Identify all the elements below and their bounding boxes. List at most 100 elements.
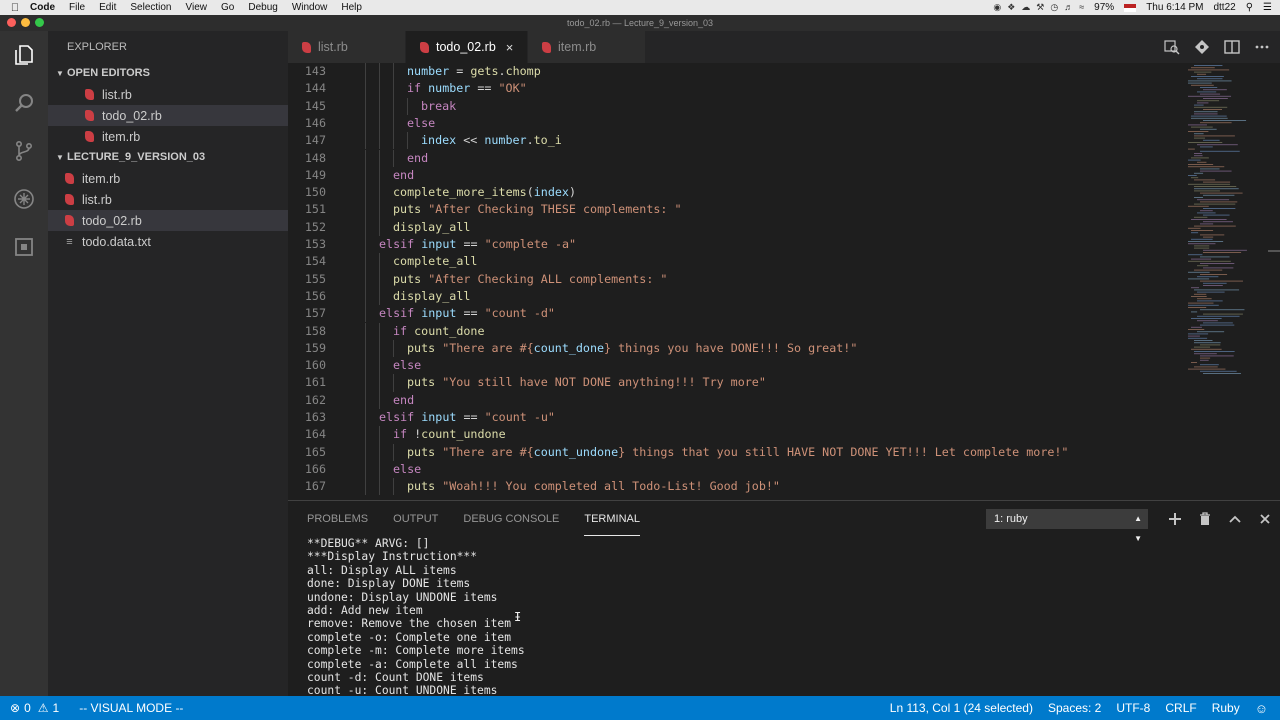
- error-count[interactable]: 0: [24, 701, 31, 715]
- code-line[interactable]: 154 complete_all: [288, 253, 1178, 271]
- open-editor-item[interactable]: item.rb: [48, 126, 288, 147]
- code-line[interactable]: 147 index << number.to_i: [288, 132, 1178, 150]
- project-folder-header[interactable]: ▼ LECTURE_9_VERSION_03: [48, 147, 288, 168]
- project-file-item[interactable]: todo_02.rb: [48, 210, 288, 231]
- tab-terminal[interactable]: TERMINAL: [584, 502, 640, 536]
- notification-center-icon[interactable]: ☰: [1263, 2, 1272, 13]
- trash-icon[interactable]: [1198, 512, 1212, 526]
- terminal-output[interactable]: **DEBUG** ARVG: [] ***Display Instruction…: [307, 537, 1267, 695]
- code-line[interactable]: 163 elsif input == "count -u": [288, 409, 1178, 427]
- open-changes-icon[interactable]: [1164, 39, 1180, 55]
- user-name[interactable]: dtt22: [1213, 2, 1235, 13]
- tab-output[interactable]: OUTPUT: [393, 501, 438, 537]
- warning-count[interactable]: 1: [53, 701, 60, 715]
- close-tab-icon[interactable]: ×: [506, 40, 514, 55]
- close-window-icon[interactable]: [7, 18, 16, 27]
- open-editors-header[interactable]: ▼ OPEN EDITORS: [48, 63, 288, 84]
- menu-selection[interactable]: Selection: [130, 2, 171, 13]
- search-activity[interactable]: [0, 79, 48, 127]
- terminal-select[interactable]: 1: ruby ▲ ▼: [986, 509, 1148, 543]
- code-line[interactable]: 150 complete_more_items(index): [288, 184, 1178, 202]
- minimap-line: [1203, 98, 1228, 99]
- wifi-icon[interactable]: ≈: [1079, 2, 1084, 13]
- code-line[interactable]: 149 end: [288, 166, 1178, 185]
- code-line[interactable]: 151 puts "After Checking THESE complement…: [288, 201, 1178, 219]
- volume-icon[interactable]: ♬: [1064, 2, 1073, 13]
- tab-item-rb[interactable]: item.rb: [528, 31, 646, 63]
- code-line[interactable]: 153 elsif input == "complete -a": [288, 236, 1178, 254]
- source-control-activity[interactable]: [0, 127, 48, 175]
- split-editor-icon[interactable]: [1224, 39, 1240, 55]
- close-panel-icon[interactable]: [1258, 512, 1272, 526]
- record-icon[interactable]: ◉: [993, 2, 1001, 13]
- menu-go[interactable]: Go: [221, 2, 234, 13]
- battery-percent[interactable]: 97%: [1094, 2, 1114, 13]
- open-editor-item[interactable]: list.rb: [48, 84, 288, 105]
- tab-todo-02-rb[interactable]: todo_02.rb ×: [406, 31, 528, 63]
- tab-debug-console[interactable]: DEBUG CONSOLE: [463, 501, 559, 537]
- code-line[interactable]: 152 display_all: [288, 218, 1178, 236]
- line-endings[interactable]: CRLF: [1165, 701, 1196, 715]
- tool-icon[interactable]: ⚒: [1036, 2, 1044, 13]
- open-editor-item[interactable]: todo_02.rb: [48, 105, 288, 126]
- feedback-smiley-icon[interactable]: ☺: [1255, 701, 1268, 716]
- code-line[interactable]: 157 elsif input == "count -d": [288, 305, 1178, 323]
- editor-scrollbar[interactable]: [1266, 63, 1280, 500]
- explorer-activity[interactable]: [0, 31, 48, 79]
- code-line[interactable]: 158 if count_done: [288, 322, 1178, 340]
- code-line[interactable]: 155 puts "After Checking ALL complements:…: [288, 270, 1178, 288]
- project-file-item[interactable]: item.rb: [48, 168, 288, 189]
- spotlight-search-icon[interactable]: ⚲: [1246, 2, 1253, 13]
- code-line[interactable]: 144 if number == "OK": [288, 80, 1178, 98]
- apple-icon[interactable]: : [0, 2, 30, 14]
- code-line[interactable]: 160 else: [288, 357, 1178, 375]
- clock-text[interactable]: Thu 6:14 PM: [1146, 2, 1203, 13]
- minimap-line: [1200, 150, 1240, 152]
- menu-window[interactable]: Window: [292, 2, 328, 13]
- git-compare-icon[interactable]: [1194, 39, 1210, 55]
- warning-icon[interactable]: ⚠: [38, 701, 49, 715]
- tab-problems[interactable]: PROBLEMS: [307, 501, 368, 537]
- minimize-window-icon[interactable]: [21, 18, 30, 27]
- menu-debug[interactable]: Debug: [248, 2, 277, 13]
- indent-guide: [365, 443, 366, 461]
- tab-list-rb[interactable]: list.rb: [288, 31, 406, 63]
- code-line[interactable]: 164 if !count_undone: [288, 426, 1178, 444]
- menu-view[interactable]: View: [186, 2, 208, 13]
- code-editor[interactable]: 143 number = gets.chomp 144 if number == "O…: [288, 63, 1280, 500]
- debug-activity[interactable]: [0, 175, 48, 223]
- chevron-up-icon[interactable]: [1228, 512, 1242, 526]
- language-mode[interactable]: Ruby: [1212, 701, 1240, 715]
- extensions-activity[interactable]: [0, 223, 48, 271]
- code-line[interactable]: 162 end: [288, 391, 1178, 409]
- menu-file[interactable]: File: [69, 2, 85, 13]
- project-file-item[interactable]: list.rb: [48, 189, 288, 210]
- maximize-window-icon[interactable]: [35, 18, 44, 27]
- menu-edit[interactable]: Edit: [99, 2, 116, 13]
- minimap[interactable]: [1186, 63, 1268, 500]
- more-actions-icon[interactable]: [1254, 39, 1270, 55]
- code-line[interactable]: 167 puts "Woah!!! You completed all Todo-…: [288, 478, 1178, 496]
- code-line[interactable]: 156 display_all: [288, 287, 1178, 306]
- dropbox-icon[interactable]: ❖: [1007, 2, 1015, 13]
- indentation[interactable]: Spaces: 2: [1048, 701, 1101, 715]
- error-icon[interactable]: ⊗: [10, 701, 20, 715]
- code-line[interactable]: 146 else: [288, 114, 1178, 133]
- bottom-panel: PROBLEMS OUTPUT DEBUG CONSOLE TERMINAL 1…: [288, 500, 1280, 696]
- flag-icon[interactable]: [1124, 3, 1137, 12]
- code-line[interactable]: 166 else: [288, 460, 1178, 479]
- new-terminal-icon[interactable]: [1168, 512, 1182, 526]
- menu-app-name[interactable]: Code: [30, 2, 55, 13]
- code-line[interactable]: 159 puts "There are #{count_done} things …: [288, 339, 1178, 358]
- encoding[interactable]: UTF-8: [1116, 701, 1150, 715]
- code-line[interactable]: 165 puts "There are #{count_undone} thing…: [288, 443, 1178, 461]
- code-line[interactable]: 161 puts "You still have NOT DONE anythin…: [288, 374, 1178, 392]
- code-line[interactable]: 143 number = gets.chomp: [288, 63, 1178, 81]
- clock-icon[interactable]: ◷: [1050, 2, 1058, 13]
- code-line[interactable]: 148 end: [288, 149, 1178, 167]
- project-file-item[interactable]: ≡ todo.data.txt: [48, 231, 288, 252]
- menu-help[interactable]: Help: [341, 2, 362, 13]
- cloud-icon[interactable]: ☁: [1021, 2, 1030, 13]
- cursor-position[interactable]: Ln 113, Col 1 (24 selected): [890, 701, 1033, 715]
- code-line[interactable]: 145 break: [288, 97, 1178, 115]
